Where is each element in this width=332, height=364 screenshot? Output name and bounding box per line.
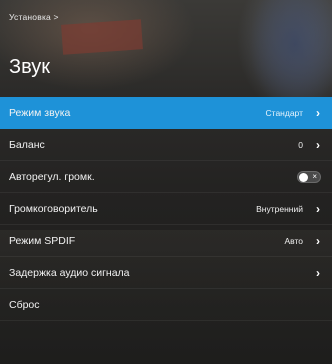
chevron-right-icon: › <box>316 265 320 280</box>
chevron-right-icon: › <box>316 233 320 248</box>
menu-item-spdif-mode[interactable]: Режим SPDIF Авто › <box>0 225 332 257</box>
menu-item-label: Сброс <box>9 298 40 311</box>
menu-item-label: Баланс <box>9 138 45 151</box>
menu-item-speaker[interactable]: Громкоговоритель Внутренний › <box>0 193 332 225</box>
menu-item-value: Авто <box>284 235 303 246</box>
menu-item-label: Авторегул. громк. <box>9 170 95 183</box>
menu-item-reset[interactable]: Сброс <box>0 289 332 321</box>
menu-item-label: Громкоговоритель <box>9 202 98 215</box>
menu-item-label: Задержка аудио сигнала <box>9 266 130 279</box>
toggle-off-icon: × <box>312 171 317 181</box>
menu-item-audio-delay[interactable]: Задержка аудио сигнала › <box>0 257 332 289</box>
breadcrumb: Установка > <box>9 12 59 22</box>
menu-item-value: Стандарт <box>265 108 303 118</box>
menu-item-balance[interactable]: Баланс 0 › <box>0 129 332 161</box>
sound-settings-menu: Режим звука Стандарт › Баланс 0 › Авторе… <box>0 97 332 321</box>
background-figure <box>250 0 332 110</box>
menu-item-value: Внутренний <box>256 203 303 214</box>
chevron-right-icon: › <box>316 201 320 216</box>
chevron-right-icon: › <box>316 106 320 120</box>
menu-item-label: Режим звука <box>9 107 71 119</box>
page-title: Звук <box>9 56 51 78</box>
menu-item-value: 0 <box>298 139 303 150</box>
chevron-right-icon: › <box>316 137 320 152</box>
background-sign <box>61 19 143 55</box>
menu-item-sound-mode[interactable]: Режим звука Стандарт › <box>0 97 332 129</box>
menu-item-label: Режим SPDIF <box>9 234 76 247</box>
menu-item-auto-volume[interactable]: Авторегул. громк. × <box>0 161 332 193</box>
auto-volume-toggle[interactable]: × <box>297 170 321 183</box>
toggle-knob <box>299 172 308 182</box>
